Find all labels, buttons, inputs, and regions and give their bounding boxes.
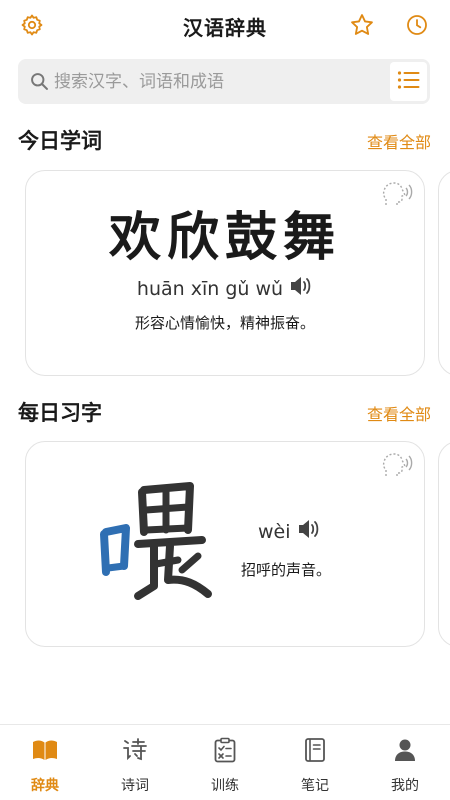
word-pinyin-row: huān xīn gǔ wǔ <box>26 275 424 302</box>
page-title: 汉语辞典 <box>183 16 267 40</box>
word-pinyin: huān xīn gǔ wǔ <box>136 277 284 300</box>
search-bar <box>18 59 430 104</box>
nav-label: 训练 <box>211 778 239 794</box>
word-card[interactable]: 欢欣鼓舞 huān xīn gǔ wǔ 形容心情愉快，精神振奋。 <box>25 170 425 376</box>
word-meaning: 形容心情愉快，精神振奋。 <box>134 314 315 332</box>
character-card[interactable]: 喂 wèi <box>25 441 425 647</box>
speaker-icon[interactable] <box>297 518 321 545</box>
char-meaning: 招呼的声音。 <box>241 561 332 579</box>
user-icon <box>392 737 418 763</box>
nav-tab-training[interactable]: 训练 <box>180 725 270 800</box>
nav-tab-poetry[interactable]: 诗词 <box>90 725 180 800</box>
char-view-all-link[interactable]: 查看全部 <box>367 401 431 425</box>
search-icon <box>29 71 50 96</box>
char-pinyin-row: wèi <box>258 518 321 545</box>
top-bar: 汉语辞典 <box>0 0 450 52</box>
nav-label: 我的 <box>391 778 419 794</box>
nav-label: 笔记 <box>301 778 329 794</box>
list-icon <box>397 69 421 95</box>
category-list-button[interactable] <box>390 62 427 101</box>
book-icon <box>32 737 58 763</box>
app-screen: 汉语辞典 搜索汉字、词语和成语 今日学词 查看全部 欢欣鼓舞 huān xīn … <box>0 0 450 800</box>
char-section-title: 每日习字 <box>18 401 102 425</box>
next-character-card[interactable] <box>438 441 450 647</box>
notebook-icon <box>302 737 328 763</box>
speaking-head-icon[interactable] <box>380 448 414 486</box>
clock-icon[interactable] <box>404 12 430 38</box>
word-text: 欢欣鼓舞 <box>108 208 341 268</box>
nav-tab-notes[interactable]: 笔记 <box>270 725 360 800</box>
poem-icon <box>122 737 148 763</box>
word-section-title: 今日学词 <box>18 129 102 153</box>
character-stroke-glyph: 喂 <box>100 482 212 600</box>
search-input[interactable] <box>54 59 394 104</box>
star-icon[interactable] <box>349 12 375 38</box>
nav-label: 辞典 <box>31 778 59 794</box>
bottom-nav: 辞典 诗词 训练 笔记 我的 <box>0 724 450 800</box>
clipboard-icon <box>212 737 238 763</box>
next-word-card[interactable] <box>438 170 450 376</box>
nav-tab-profile[interactable]: 我的 <box>360 725 450 800</box>
char-pinyin: wèi <box>258 520 291 543</box>
word-view-all-link[interactable]: 查看全部 <box>367 129 431 153</box>
nav-label: 诗词 <box>121 778 149 794</box>
speaker-icon[interactable] <box>289 275 313 302</box>
nav-tab-dictionary[interactable]: 辞典 <box>0 725 90 800</box>
